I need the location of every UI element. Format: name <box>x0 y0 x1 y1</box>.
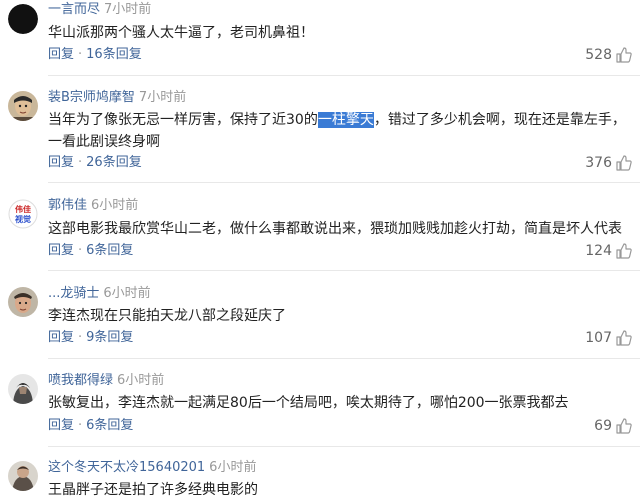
timestamp: 6小时前 <box>91 198 139 213</box>
avatar[interactable] <box>8 91 38 121</box>
avatar[interactable] <box>8 4 38 34</box>
avatar-logo-text: 伟佳 <box>15 204 31 214</box>
reply-count-link[interactable]: 9条回复 <box>86 330 133 345</box>
username[interactable]: 一言而尽 <box>48 2 100 17</box>
separator: · <box>78 155 83 170</box>
comment-text-part: 张敏复出，李连杰就一起满足80后一个结局吧，唉太期待了，哪怕200一张票我都去 <box>48 395 569 411</box>
divider <box>48 446 640 447</box>
avatar[interactable]: 伟佳 视觉 <box>8 199 38 229</box>
reply-count-link[interactable]: 6条回复 <box>86 418 133 433</box>
comment-text: 李连杰现在只能拍天龙八部之段延庆了 <box>48 305 638 327</box>
separator: · <box>78 330 83 345</box>
timestamp: 6小时前 <box>103 286 151 301</box>
like-count: 69 <box>594 418 612 434</box>
divider <box>48 182 640 183</box>
separator: · <box>78 418 83 433</box>
username[interactable]: ...龙骑士 <box>48 286 99 301</box>
thumbs-up-icon <box>616 155 632 171</box>
separator: · <box>78 243 83 258</box>
comment-text-part: 华山派那两个骚人太牛逼了，老司机鼻祖！ <box>48 25 314 41</box>
avatar[interactable] <box>8 461 38 491</box>
username[interactable]: 郭伟佳 <box>48 198 87 213</box>
comment-meta: 郭伟佳 6小时前 <box>48 198 138 214</box>
avatar-logo-text: 视觉 <box>15 214 31 224</box>
thumbs-up-icon <box>616 47 632 63</box>
reply-button[interactable]: 回复 <box>48 243 74 258</box>
thumbs-up-icon <box>616 243 632 259</box>
avatar[interactable] <box>8 374 38 404</box>
comment-text-part: 王晶胖子还是拍了许多经典电影的 <box>48 482 258 498</box>
selected-text: 一柱擎天 <box>317 112 374 128</box>
timestamp: 6小时前 <box>117 373 165 388</box>
comment-actions: 回复 · 6条回复 <box>48 243 133 259</box>
comment-text: 当年为了像张无忌一样厉害，保持了近30的一柱擎天，错过了多少机会啊，现在还是靠左… <box>48 109 638 153</box>
reply-button[interactable]: 回复 <box>48 47 74 62</box>
comment-text: 华山派那两个骚人太牛逼了，老司机鼻祖！ <box>48 22 638 44</box>
comment-actions: 回复 · 6条回复 <box>48 418 133 434</box>
comment-meta: 这个冬天不太冷15640201 6小时前 <box>48 460 256 476</box>
like-button[interactable]: 528 <box>585 46 632 64</box>
like-button[interactable]: 107 <box>585 329 632 347</box>
comment-meta: 一言而尽 7小时前 <box>48 2 151 18</box>
comment-meta: 喷我都得绿 6小时前 <box>48 373 164 389</box>
reply-button[interactable]: 回复 <box>48 155 74 170</box>
like-button[interactable]: 69 <box>594 417 632 435</box>
timestamp: 6小时前 <box>209 460 257 475</box>
thumbs-up-icon <box>616 418 632 434</box>
like-button[interactable]: 124 <box>585 242 632 260</box>
username[interactable]: 装B宗师鸠摩智 <box>48 90 135 105</box>
comment-meta: 装B宗师鸠摩智 7小时前 <box>48 90 186 106</box>
comment-text: 张敏复出，李连杰就一起满足80后一个结局吧，唉太期待了，哪怕200一张票我都去 <box>48 392 638 414</box>
divider <box>48 358 640 359</box>
comment-text: 王晶胖子还是拍了许多经典电影的 <box>48 479 638 501</box>
separator: · <box>78 47 83 62</box>
comment-actions: 回复 · 9条回复 <box>48 330 133 346</box>
comment-text: 这部电影我最欣赏华山二老，做什么事都敢说出来，猥琐加贱贱加趁火打劫，简直是坏人代… <box>48 218 638 240</box>
comment-actions: 回复 · 16条回复 <box>48 47 142 63</box>
like-button[interactable]: 376 <box>585 154 632 172</box>
comment-text-part: 李连杰现在只能拍天龙八部之段延庆了 <box>48 308 286 324</box>
reply-count-link[interactable]: 16条回复 <box>86 47 142 62</box>
avatar[interactable] <box>8 287 38 317</box>
like-count: 376 <box>585 155 612 171</box>
comment-text-part: 当年为了像张无忌一样厉害，保持了近30的 <box>48 112 318 128</box>
comment-meta: ...龙骑士 6小时前 <box>48 286 151 302</box>
reply-count-link[interactable]: 6条回复 <box>86 243 133 258</box>
like-count: 528 <box>585 47 612 63</box>
like-count: 107 <box>585 330 612 346</box>
reply-button[interactable]: 回复 <box>48 330 74 345</box>
like-count: 124 <box>585 243 612 259</box>
username[interactable]: 喷我都得绿 <box>48 373 113 388</box>
reply-count-link[interactable]: 26条回复 <box>86 155 142 170</box>
comment-actions: 回复 · 26条回复 <box>48 155 142 171</box>
reply-button[interactable]: 回复 <box>48 418 74 433</box>
divider <box>48 75 640 76</box>
divider <box>48 270 640 271</box>
thumbs-up-icon <box>616 330 632 346</box>
timestamp: 7小时前 <box>104 2 152 17</box>
timestamp: 7小时前 <box>138 90 187 105</box>
username[interactable]: 这个冬天不太冷15640201 <box>48 460 205 475</box>
comment-text-part: 这部电影我最欣赏华山二老，做什么事都敢说出来，猥琐加贱贱加趁火打劫，简直是坏人代… <box>48 221 622 237</box>
